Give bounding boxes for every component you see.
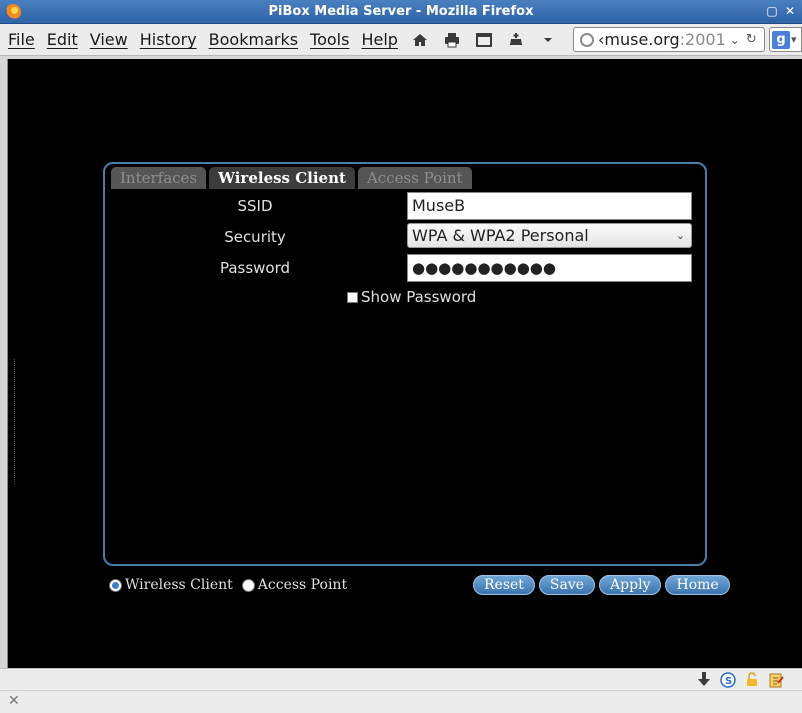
access-point-radio[interactable] <box>241 578 255 592</box>
wireless-client-radio-label: Wireless Client <box>125 577 233 593</box>
show-password-label: Show Password <box>361 288 477 306</box>
notepad-icon[interactable] <box>767 671 784 688</box>
action-buttons: Reset Save Apply Home <box>473 575 730 595</box>
bookmark-add-icon[interactable] <box>505 29 527 51</box>
home-icon[interactable] <box>409 29 431 51</box>
menu-help[interactable]: Help <box>355 30 403 49</box>
google-icon: g <box>772 30 790 49</box>
lock-icon[interactable] <box>743 671 760 688</box>
home-button[interactable]: Home <box>665 575 730 595</box>
apply-button[interactable]: Apply <box>599 575 662 595</box>
page-viewport: Interfaces Wireless Client Access Point … <box>7 59 802 668</box>
url-bar[interactable]: ‹muse.org:2001 ⌄ ↻ <box>573 27 765 52</box>
tab-access-point[interactable]: Access Point <box>357 167 472 189</box>
search-engine-box[interactable]: g ▾ <box>769 27 802 52</box>
menu-tools[interactable]: Tools <box>304 30 355 49</box>
password-input[interactable]: ●●●●●●●●●●● <box>407 254 692 282</box>
ssid-label: SSID <box>237 197 273 215</box>
firefox-logo-icon <box>5 4 21 20</box>
sidebar-resize-handle[interactable] <box>8 359 15 484</box>
save-button[interactable]: Save <box>538 575 596 595</box>
security-select[interactable]: WPA & WPA2 Personal ⌄ <box>407 223 692 248</box>
menu-view[interactable]: View <box>84 30 134 49</box>
password-row: Password ●●●●●●●●●●● <box>105 254 705 282</box>
search-engine-dropdown-icon[interactable]: ▾ <box>791 33 797 46</box>
reload-button[interactable]: ↻ <box>746 32 757 47</box>
security-row: Security WPA & WPA2 Personal ⌄ <box>105 223 705 251</box>
mode-selector: Wireless Client Access Point <box>109 577 356 593</box>
security-selected-value: WPA & WPA2 Personal <box>412 226 589 245</box>
svg-text:S: S <box>725 676 732 687</box>
mode-wireless-client[interactable]: Wireless Client <box>109 577 233 593</box>
wireless-client-radio[interactable] <box>109 578 122 592</box>
tab-wireless-client[interactable]: Wireless Client <box>209 167 355 189</box>
menu-bar: File Edit View History Bookmarks Tools H… <box>0 24 802 56</box>
settings-panel: Interfaces Wireless Client Access Point … <box>103 162 707 566</box>
security-label: Security <box>224 228 286 246</box>
print-icon[interactable] <box>441 29 463 51</box>
show-password-checkbox[interactable] <box>347 291 358 303</box>
window-titlebar: PiBox Media Server - Mozilla Firefox ▢ ✕ <box>0 0 802 24</box>
access-point-radio-label: Access Point <box>257 577 348 593</box>
chevron-down-icon[interactable] <box>537 29 559 51</box>
maximize-window-button[interactable]: ▢ <box>766 3 778 19</box>
chevron-down-icon: ⌄ <box>675 229 685 242</box>
menu-edit[interactable]: Edit <box>41 30 84 49</box>
ssid-input[interactable]: MuseB <box>407 192 692 220</box>
show-password-option[interactable]: Show Password <box>347 288 476 306</box>
status-bar: ✕ <box>0 690 802 713</box>
close-window-button[interactable]: ✕ <box>784 3 796 19</box>
download-arrow-icon[interactable] <box>695 671 712 688</box>
ssid-row: SSID MuseB <box>105 192 705 220</box>
mode-access-point[interactable]: Access Point <box>241 577 348 593</box>
password-label: Password <box>219 259 291 277</box>
menu-bookmarks[interactable]: Bookmarks <box>203 30 304 49</box>
skype-icon[interactable]: S <box>719 671 736 688</box>
tab-interfaces[interactable]: Interfaces <box>111 167 207 189</box>
url-host: ‹muse.org <box>598 30 680 49</box>
tab-strip: Interfaces Wireless Client Access Point <box>111 167 472 189</box>
addon-bar: S <box>0 668 802 690</box>
window-title: PiBox Media Server - Mozilla Firefox <box>268 4 534 19</box>
globe-icon <box>580 32 594 47</box>
url-history-dropdown[interactable]: ⌄ <box>730 33 740 47</box>
url-port: :2001 <box>679 30 726 49</box>
menu-file[interactable]: File <box>0 30 41 49</box>
close-addon-bar-button[interactable]: ✕ <box>8 693 20 709</box>
reset-button[interactable]: Reset <box>473 575 535 595</box>
window-layout-icon[interactable] <box>473 29 495 51</box>
menu-history[interactable]: History <box>134 30 203 49</box>
